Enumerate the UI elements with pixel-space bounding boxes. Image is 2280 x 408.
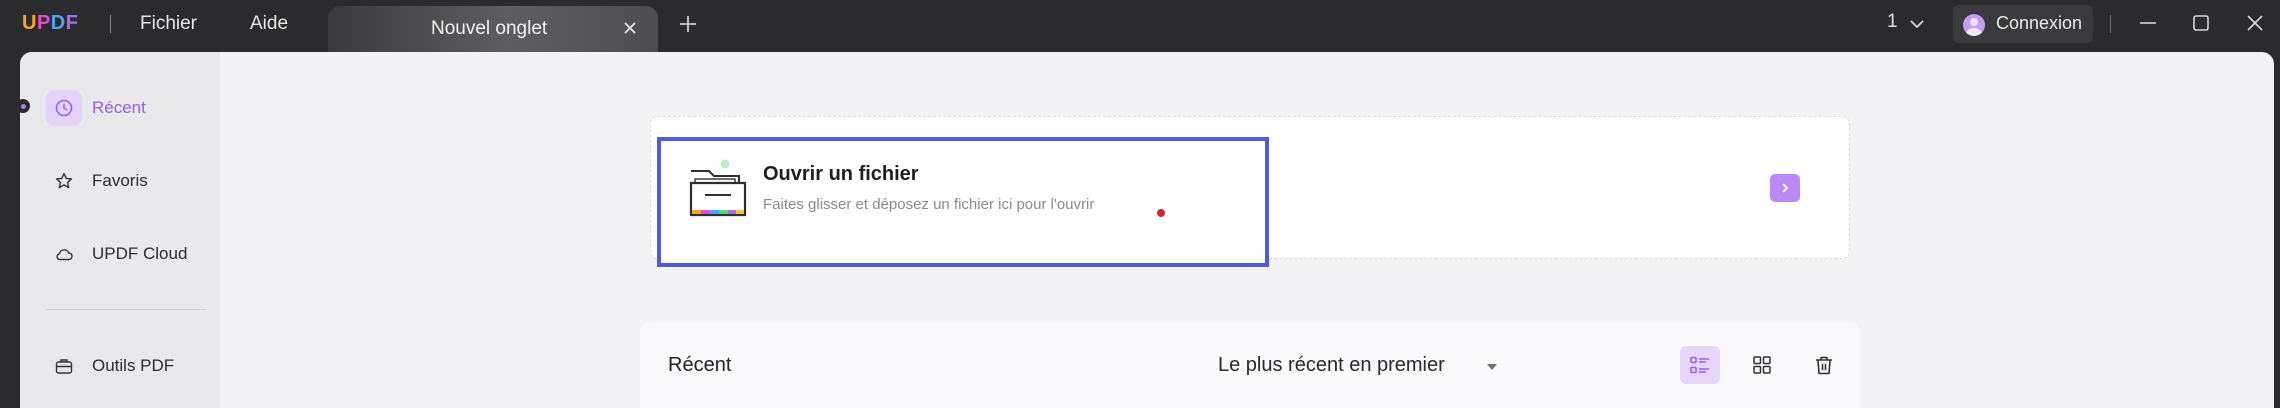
sidebar-item-label: Récent [92,98,146,117]
title-divider-right [2110,15,2111,33]
app-content: Récent Favoris UPDF Cloud Outils PDF Ouv… [20,52,2274,408]
grid-view-icon [1753,356,1771,374]
list-view-icon [1690,356,1709,374]
avatar [1963,14,1985,36]
chevron-right-icon [1782,183,1789,193]
clock-icon [46,90,82,126]
recent-panel: Récent Le plus récent en premier [640,322,1860,408]
sidebar-item-label: Outils PDF [92,356,175,375]
updf-logo: UPDF [22,12,79,34]
toolbox-icon [46,348,82,384]
trash-icon [1816,356,1832,375]
sidebar-item-recent[interactable]: Récent [46,88,206,128]
maximize-icon[interactable] [2190,12,2212,34]
list-view-button[interactable] [1680,346,1720,384]
sidebar-divider [46,309,206,310]
sidebar-item-label: Favoris [92,171,148,190]
sidebar-item-outils-pdf[interactable]: Outils PDF [46,346,206,386]
recent-title: Récent [668,354,732,376]
tab-nouvel-onglet[interactable]: Nouvel onglet [328,6,658,52]
more-options-button[interactable] [1770,174,1800,202]
menu-fichier[interactable]: Fichier [140,13,197,35]
page-count[interactable]: 1 [1887,11,1898,33]
grid-view-button[interactable] [1742,346,1782,384]
close-icon[interactable] [620,18,640,38]
sidebar-item-label: UPDF Cloud [92,244,188,263]
open-file-subtitle: Faites glisser et déposez un fichier ici… [763,196,1095,213]
close-window-icon[interactable] [2244,12,2266,34]
title-bar: UPDF Fichier Aide Nouvel onglet 1 Connex… [0,0,2280,52]
chevron-down-icon[interactable] [1907,14,1927,34]
cloud-icon [46,236,82,272]
sidebar-item-favoris[interactable]: Favoris [46,161,206,201]
open-file-button[interactable]: Ouvrir un fichier Faites glisser et dépo… [657,137,1269,267]
plus-icon[interactable] [678,14,698,34]
active-indicator [20,99,30,113]
sidebar-item-updf-cloud[interactable]: UPDF Cloud [46,234,206,274]
delete-button[interactable] [1804,346,1844,384]
title-divider [110,15,111,33]
folder-icon [689,159,747,217]
login-button[interactable]: Connexion [1953,5,2093,43]
cursor-marker [1157,209,1165,217]
menu-aide[interactable]: Aide [250,13,288,35]
sidebar: Récent Favoris UPDF Cloud Outils PDF [20,52,220,408]
sort-dropdown[interactable]: Le plus récent en premier [1218,354,1445,377]
login-label: Connexion [1996,13,2083,33]
tab-label: Nouvel onglet [431,18,548,39]
open-file-title: Ouvrir un fichier [763,163,919,185]
caret-down-icon[interactable] [1485,360,1499,374]
star-icon [46,163,82,199]
minimize-icon[interactable] [2137,12,2159,34]
